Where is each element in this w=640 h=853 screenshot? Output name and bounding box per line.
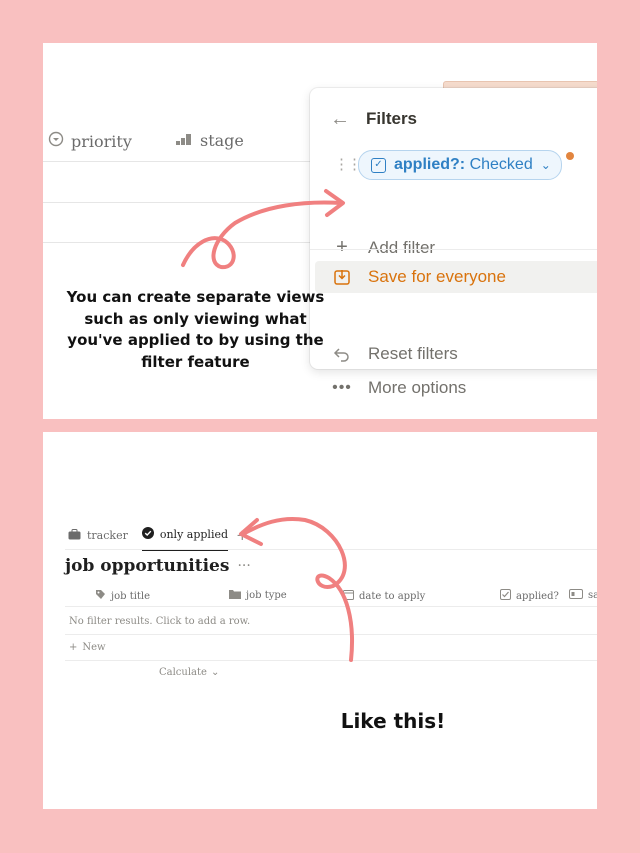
bottom-screenshot-panel: tracker only applied + job opportunities… [43,432,597,809]
curved-arrow-icon [239,517,354,662]
hand-drawn-arrow-icon [181,189,345,270]
top-screenshot-panel: priority stage ← Filters ⋮⋮ ✓ applied?: … [43,43,597,419]
